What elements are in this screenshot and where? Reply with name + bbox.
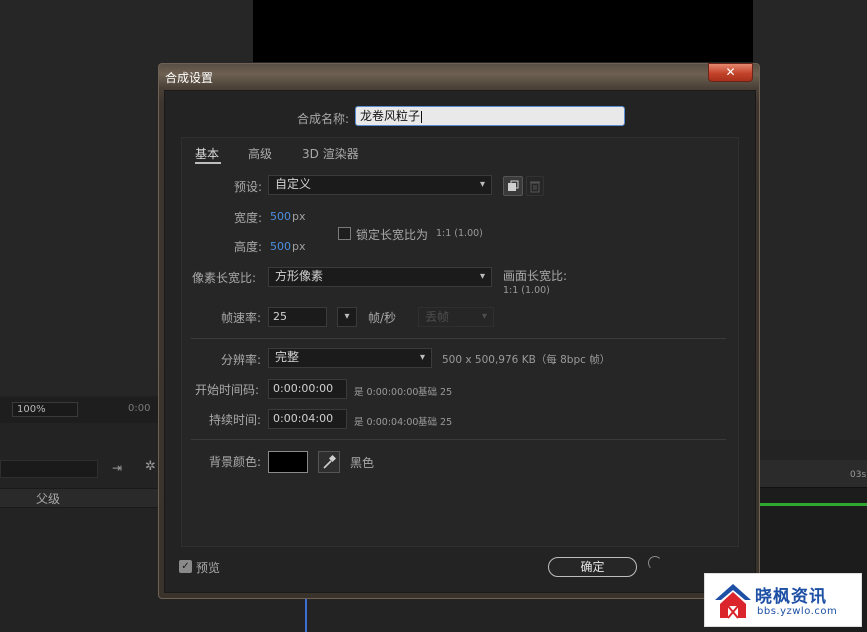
preset-dropdown[interactable]: 自定义 ▾ <box>268 175 492 195</box>
work-area-bar[interactable] <box>760 503 867 506</box>
chevron-down-icon: ▾ <box>479 179 485 190</box>
divider <box>191 439 726 440</box>
pixel-aspect-label: 像素长宽比: <box>192 271 257 285</box>
composition-settings-dialog: 合成设置 ✕ 合成名称: 龙卷风粒子 基本 高级 3D 渲染器 预设: 自定义 … <box>158 63 760 599</box>
frame-rate-unit: 帧/秒 <box>368 311 397 325</box>
pixel-aspect-dropdown[interactable]: 方形像素 ▾ <box>268 267 492 287</box>
composition-viewer <box>253 0 753 62</box>
start-timecode-label: 开始时间码: <box>195 383 260 397</box>
chevron-down-icon: ▾ <box>481 311 487 322</box>
parent-column-label[interactable]: 父级 <box>36 490 60 507</box>
flowchart-icon[interactable]: ⇥ <box>112 461 122 475</box>
trash-icon <box>530 181 540 193</box>
bg-color-label: 背景颜色: <box>209 455 262 469</box>
duration-label: 持续时间: <box>209 413 262 427</box>
comp-name-label: 合成名称: <box>297 112 350 126</box>
timeline-search-input[interactable] <box>0 460 98 478</box>
width-value[interactable]: 500 <box>270 210 291 223</box>
duration-info: 是 0:00:04:00 <box>354 417 419 428</box>
loading-spinner-icon <box>648 556 662 570</box>
height-value[interactable]: 500 <box>270 240 291 253</box>
dialog-body: 合成名称: 龙卷风粒子 基本 高级 3D 渲染器 预设: 自定义 ▾ 宽度: 5… <box>164 90 756 593</box>
duration-base: 基础 25 <box>418 417 453 428</box>
frame-rate-input[interactable]: 25 <box>268 307 327 327</box>
layer-column-header <box>0 488 160 508</box>
chevron-down-icon: ▾ <box>479 271 485 282</box>
preset-value: 自定义 <box>275 177 312 191</box>
lock-aspect-checkbox[interactable] <box>338 227 351 240</box>
lock-aspect-label: 锁定长宽比为 <box>356 228 429 242</box>
chevron-down-icon: ▾ <box>419 352 425 363</box>
divider <box>191 338 726 339</box>
watermark-url: bbs.yzwlo.com <box>757 606 838 617</box>
watermark-title: 晓枫资讯 <box>755 587 827 607</box>
resolution-label: 分辨率: <box>221 353 262 367</box>
watermark-logo-icon <box>715 584 751 619</box>
save-preset-button[interactable] <box>503 176 523 196</box>
duration-input[interactable]: 0:00:04:00 <box>268 409 347 429</box>
height-unit: px <box>292 240 306 253</box>
lock-aspect-ratio: 1:1 (1.00) <box>436 228 483 239</box>
ok-button[interactable]: 确定 <box>548 557 637 577</box>
start-timecode-base: 基础 25 <box>418 387 453 398</box>
resolution-info: 500 x 500,976 KB（每 8bpc 帧） <box>442 354 611 366</box>
eyedropper-button[interactable] <box>318 451 340 473</box>
frame-rate-label: 帧速率: <box>221 311 262 325</box>
height-label: 高度: <box>234 240 263 254</box>
resolution-dropdown[interactable]: 完整 ▾ <box>268 348 432 368</box>
watermark: 晓枫资讯 bbs.yzwlo.com <box>704 573 862 627</box>
width-unit: px <box>292 210 306 223</box>
frame-rate-dropdown-button[interactable]: ▾ <box>337 307 357 327</box>
frame-aspect-value: 1:1 (1.00) <box>503 285 550 296</box>
start-timecode-info: 是 0:00:00:00 <box>354 387 419 398</box>
preset-label: 预设: <box>234 180 263 194</box>
viewer-timecode[interactable]: 0:00 <box>128 403 150 414</box>
settings-panel: 基本 高级 3D 渲染器 预设: 自定义 ▾ 宽度: 500 px 高度: 50… <box>181 137 739 547</box>
ruler-label-3s: 03s <box>850 470 867 480</box>
save-preset-icon <box>508 180 519 191</box>
chevron-down-icon: ▾ <box>344 311 350 322</box>
tab-basic[interactable]: 基本 <box>195 145 219 162</box>
pixel-aspect-value: 方形像素 <box>275 269 324 283</box>
drop-frame-dropdown: 丢帧 ▾ <box>418 307 494 327</box>
tab-3d-renderer[interactable]: 3D 渲染器 <box>302 145 359 162</box>
width-label: 宽度: <box>234 211 263 225</box>
playhead-line <box>305 598 307 632</box>
tab-advanced[interactable]: 高级 <box>248 145 272 162</box>
preview-label: 预览 <box>196 561 221 575</box>
close-button[interactable]: ✕ <box>708 63 753 82</box>
drop-frame-value: 丢帧 <box>425 310 450 324</box>
comp-name-input[interactable]: 龙卷风粒子 <box>355 106 625 126</box>
delete-preset-button[interactable] <box>526 176 544 196</box>
bg-color-swatch[interactable] <box>268 451 308 473</box>
dialog-title: 合成设置 <box>165 71 214 85</box>
effects-icon[interactable]: ✲ <box>145 459 156 474</box>
frame-aspect-label: 画面长宽比: <box>503 269 568 283</box>
tab-basic-underline <box>195 162 221 164</box>
preview-checkbox[interactable]: ✓ <box>179 560 192 573</box>
resolution-value: 完整 <box>275 350 300 364</box>
zoom-dropdown[interactable]: 100% <box>12 402 78 417</box>
bg-color-name: 黑色 <box>350 456 375 470</box>
right-panel <box>753 0 867 440</box>
eyedropper-icon <box>323 454 337 469</box>
start-timecode-input[interactable]: 0:00:00:00 <box>268 379 347 399</box>
